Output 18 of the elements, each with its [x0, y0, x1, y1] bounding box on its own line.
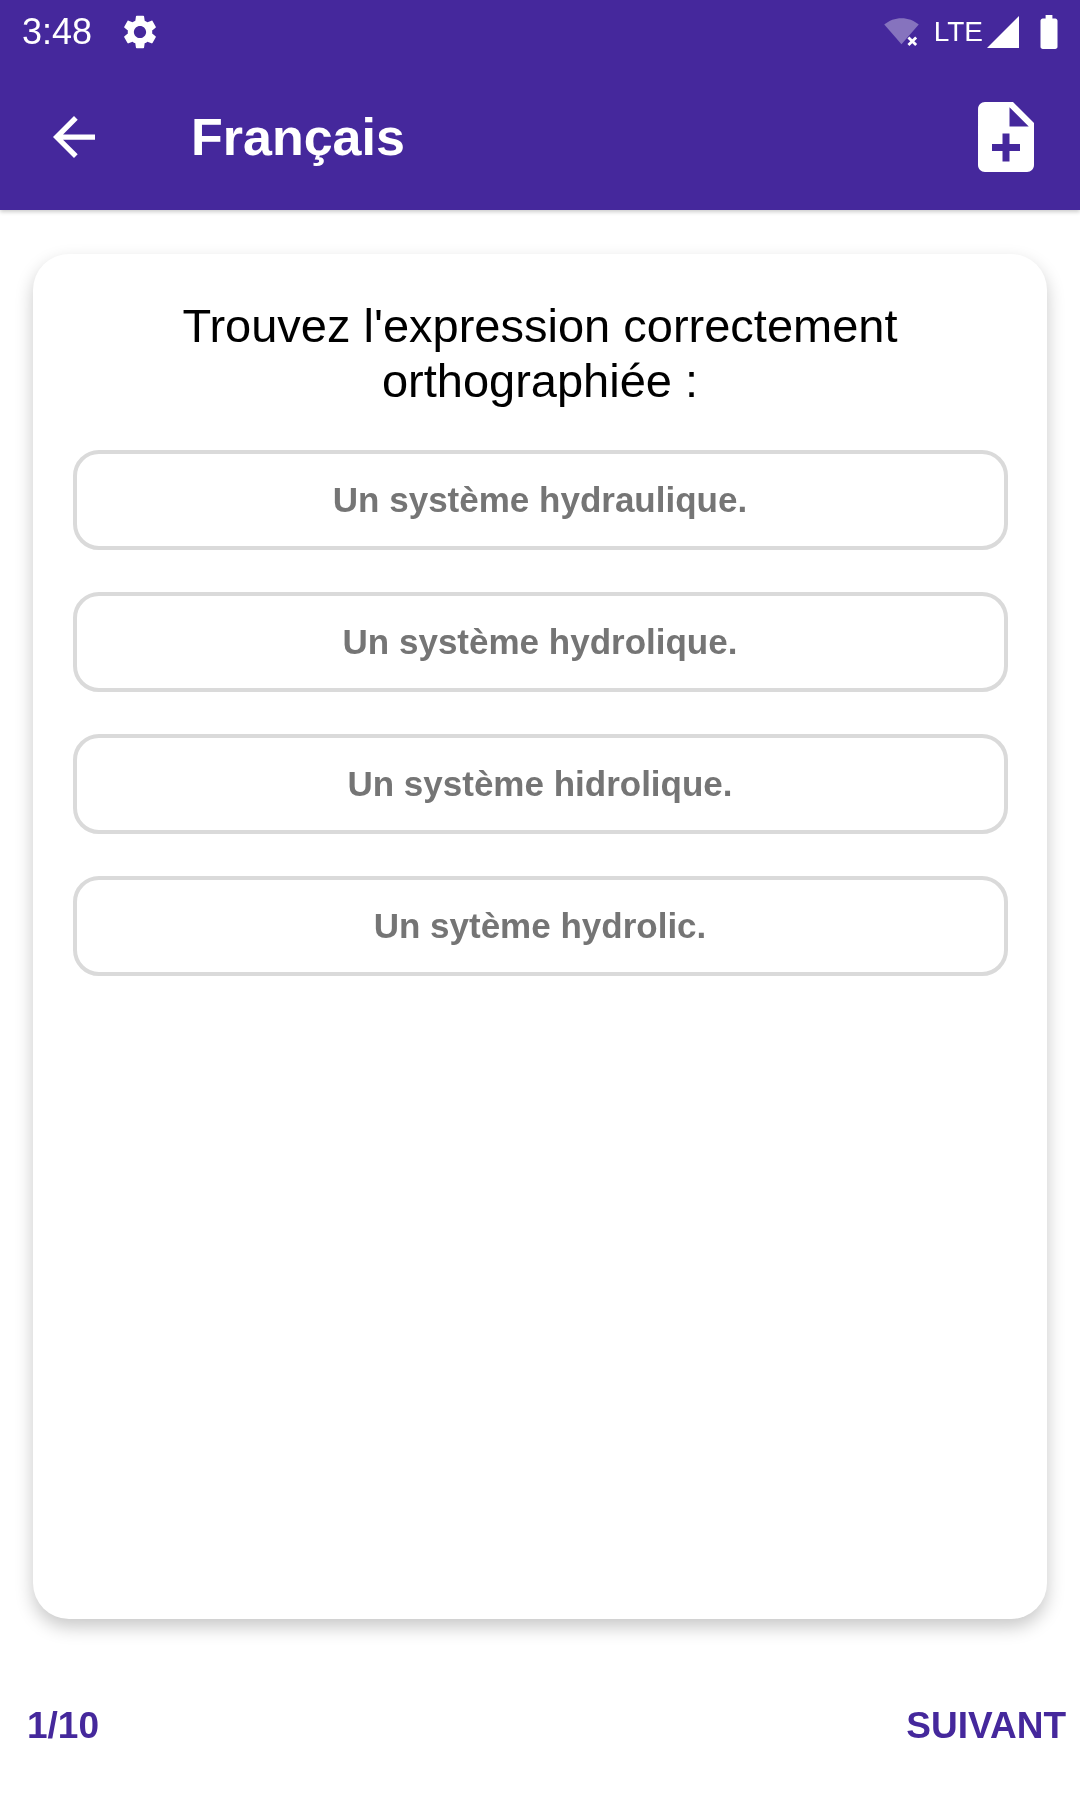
settings-icon	[124, 14, 157, 49]
back-button[interactable]	[53, 115, 95, 158]
progress-counter: 1/10	[27, 1705, 99, 1747]
question-text: Trouvez l'expression correctement orthographiée :	[181, 298, 899, 408]
answer-option[interactable]: Un système hidrolique.	[72, 734, 1008, 834]
document-plus-icon	[978, 101, 1034, 172]
add-document-button[interactable]	[978, 101, 1034, 172]
answer-option[interactable]: Un système hydrolique.	[72, 592, 1008, 692]
screen-title: Français	[191, 106, 405, 167]
network-type: LTE	[933, 15, 983, 48]
wifi-icon	[882, 15, 920, 48]
answer-option[interactable]: Un système hydraulique.	[72, 450, 1008, 550]
back-arrow-icon	[53, 115, 95, 158]
cell-signal-icon	[987, 15, 1019, 48]
answer-option[interactable]: Un sytème hydrolic.	[72, 876, 1008, 976]
status-time: 3:48	[22, 11, 93, 52]
next-button[interactable]: SUIVANT	[906, 1705, 1066, 1747]
battery-icon	[1039, 14, 1059, 49]
